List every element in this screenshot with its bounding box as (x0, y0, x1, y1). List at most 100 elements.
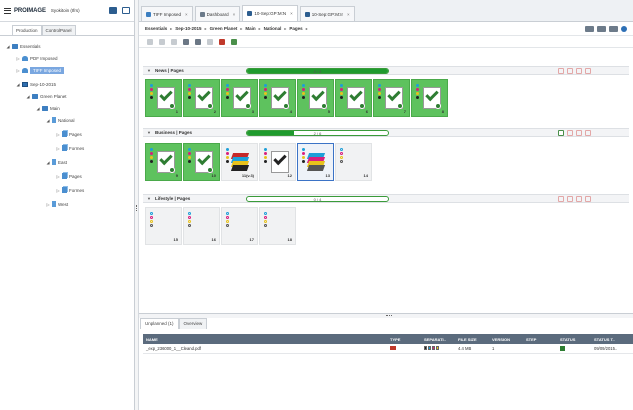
document-tab[interactable]: 10-Sep:GP:M:Ir × (299, 6, 355, 21)
twisty-icon[interactable]: ▷ (56, 146, 60, 151)
breadcrumb-item[interactable]: Essentials (145, 26, 167, 31)
twisty-icon[interactable]: ▷ (56, 132, 60, 137)
section-header[interactable]: ▼ News | Pages 8 / 8 (143, 66, 629, 75)
tree-item[interactable]: ◢ Essentials (6, 42, 41, 50)
menu-icon[interactable] (4, 7, 11, 14)
page-thumbnail[interactable]: 10 (183, 143, 220, 181)
tree-item[interactable]: ▷ PDF Imposed (16, 54, 58, 62)
reject-icon[interactable] (585, 130, 591, 136)
page-thumbnail[interactable]: 16 (183, 207, 220, 245)
document-tab[interactable]: 10-Sep:GP:M:N × (242, 5, 298, 21)
horizontal-splitter[interactable] (139, 313, 633, 318)
edit-icon[interactable] (567, 130, 573, 136)
reject-icon[interactable] (585, 68, 591, 74)
page-thumbnail[interactable]: 17 (221, 207, 258, 245)
thumbnail-view-icon[interactable] (609, 25, 618, 32)
link-icon[interactable] (195, 38, 201, 45)
delete-icon[interactable] (219, 38, 225, 45)
twisty-icon[interactable]: ◢ (16, 82, 20, 87)
breadcrumb-item[interactable]: Pages (289, 26, 302, 31)
twisty-icon[interactable]: ◢ (6, 44, 10, 49)
logout-icon[interactable] (122, 7, 130, 14)
document-tab[interactable]: TIFF Imposed × (141, 6, 193, 21)
page-thumbnail[interactable]: 3 (221, 79, 258, 117)
column-header[interactable]: FILE SIZE (455, 337, 489, 342)
copy-icon[interactable] (207, 38, 213, 45)
tree-item[interactable]: ▷ Formes (56, 186, 84, 194)
approve-all-icon[interactable] (558, 130, 564, 136)
column-header[interactable]: TYPE (387, 337, 421, 342)
twisty-icon[interactable]: ◢ (26, 94, 30, 99)
page-thumbnail[interactable]: 2 (183, 79, 220, 117)
approve-all-icon[interactable] (558, 196, 564, 202)
reject-icon[interactable] (585, 196, 591, 202)
tab-overview[interactable]: Overview (178, 318, 208, 329)
tree-item[interactable]: ◢ Green Planet (26, 92, 67, 100)
collapse-icon[interactable]: ▼ (147, 196, 151, 201)
close-icon[interactable]: × (233, 12, 236, 17)
approve-all-icon[interactable] (558, 68, 564, 74)
twisty-icon[interactable]: ▷ (16, 56, 20, 61)
grid-view-icon[interactable] (597, 25, 606, 32)
table-row[interactable]: _exp_236000_1__Cleand.pdf 4.4 MB 1 09/09/20… (143, 344, 633, 354)
close-icon[interactable]: × (347, 12, 350, 17)
column-header[interactable]: STATUS T.. (591, 337, 633, 342)
twisty-icon[interactable]: ◢ (46, 160, 50, 165)
page-thumbnail[interactable]: 12 (259, 143, 296, 181)
twisty-icon[interactable]: ▷ (16, 68, 20, 73)
column-header[interactable]: NAME (143, 337, 387, 342)
column-header[interactable]: SEPARATI.. (421, 337, 455, 342)
document-tab[interactable]: Dashboard × (194, 6, 241, 21)
page-thumbnail[interactable]: 5 (297, 79, 334, 117)
warning-icon[interactable] (576, 196, 582, 202)
twisty-icon[interactable]: ▷ (56, 174, 60, 179)
page-thumbnail[interactable]: 18 (259, 207, 296, 245)
twisty-icon[interactable]: ▷ (46, 202, 50, 207)
page-thumbnail[interactable]: 6 (335, 79, 372, 117)
breadcrumb-item[interactable]: National (264, 26, 282, 31)
page-thumbnail[interactable]: 1 (145, 79, 182, 117)
tree-item[interactable]: ◢ Sep-10-2015 (16, 80, 56, 88)
tree-item[interactable]: ▷ Pages (56, 130, 82, 138)
edit-icon[interactable] (567, 68, 573, 74)
tree-item[interactable]: ◢ National (46, 116, 75, 124)
twisty-icon[interactable]: ◢ (46, 118, 50, 123)
collapse-icon[interactable]: ▼ (147, 68, 151, 73)
close-icon[interactable]: × (290, 11, 293, 16)
breadcrumb-item[interactable]: Sep-10-2015 (175, 26, 201, 31)
breadcrumb-item[interactable]: Green Planet (210, 26, 238, 31)
help-icon[interactable] (621, 25, 627, 32)
page-thumbnail[interactable]: 7 (373, 79, 410, 117)
tree-item[interactable]: ▷ TIFF Imposed (16, 66, 65, 74)
page-thumbnail[interactable]: 13 (297, 143, 334, 181)
collapse-icon[interactable]: ▼ (147, 130, 151, 135)
mail-icon[interactable] (109, 7, 117, 14)
close-icon[interactable]: × (185, 12, 188, 17)
warning-icon[interactable] (576, 130, 582, 136)
tree-item[interactable]: ▷ Pages (56, 172, 82, 180)
approve-icon[interactable] (147, 38, 153, 45)
reject-icon[interactable] (159, 38, 165, 45)
tree-item[interactable]: ▷ Formes (56, 144, 84, 152)
tab-production[interactable]: Production (12, 25, 42, 35)
tree-item[interactable]: ◢ East (46, 158, 67, 166)
page-thumbnail[interactable]: 15 (145, 207, 182, 245)
breadcrumb-item[interactable]: Main (245, 26, 255, 31)
column-header[interactable]: STATUS (557, 337, 591, 342)
tab-unplanned[interactable]: Unplanned (1) (140, 318, 179, 329)
edit-icon[interactable] (567, 196, 573, 202)
user-name[interactable]: Syokitoin (Ifrs) (51, 8, 80, 13)
list-view-icon[interactable] (585, 25, 594, 32)
column-header[interactable]: STEP (523, 337, 557, 342)
section-header[interactable]: ▼ Business | Pages 2 / 6 (143, 128, 629, 137)
refresh-icon[interactable] (231, 38, 237, 45)
page-thumbnail[interactable]: 11(v.3) (221, 143, 258, 181)
tree-item[interactable]: ▷ West (46, 200, 68, 208)
pin-icon[interactable] (183, 38, 189, 45)
page-thumbnail[interactable]: 14 (335, 143, 372, 181)
tab-controlpanel[interactable]: ControlPanel (41, 25, 76, 35)
column-header[interactable]: VERSION (489, 337, 523, 342)
page-thumbnail[interactable]: 4 (259, 79, 296, 117)
twisty-icon[interactable]: ◢ (36, 106, 40, 111)
page-thumbnail[interactable]: 9 (145, 143, 182, 181)
